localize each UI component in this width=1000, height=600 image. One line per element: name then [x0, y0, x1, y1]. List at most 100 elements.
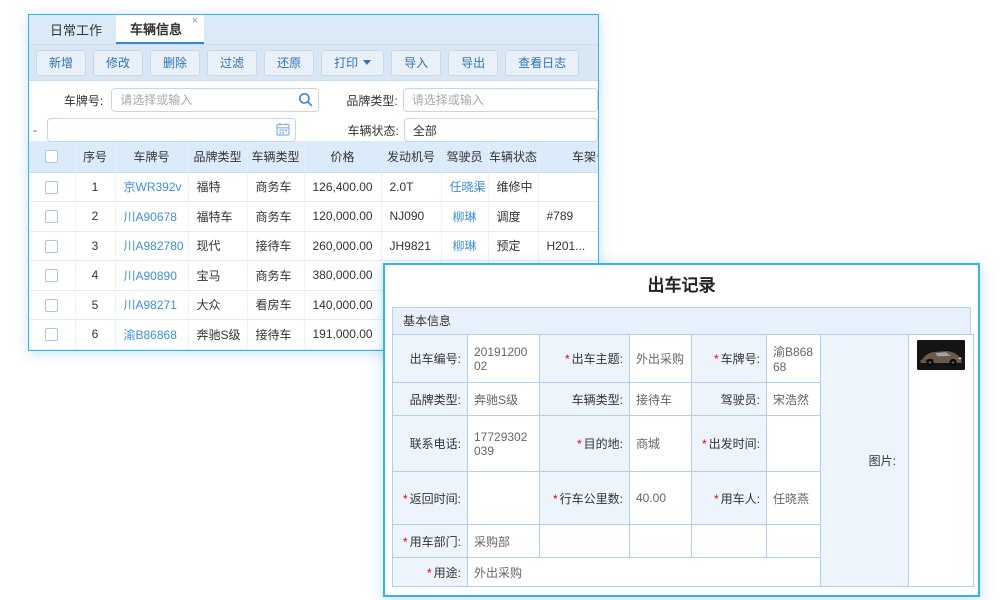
col-header-type: 车辆类型 [247, 141, 304, 172]
cell-price: 191,000.00 [304, 320, 381, 350]
row-checkbox-cell [29, 320, 75, 350]
vehicle-type-label-cell: 车辆类型: [540, 383, 630, 416]
restore-button-label: 还原 [277, 54, 301, 71]
department-value[interactable]: 采购部 [468, 525, 540, 558]
cell-price: 380,000.00 [304, 261, 381, 291]
dispatch-record-dialog: 出车记录 基本信息 出车编号: 2019120002 *出车主题: 外出采购 *… [383, 263, 980, 597]
cell-plate[interactable]: 京WR392v [115, 172, 188, 202]
cell-type: 商务车 [247, 202, 304, 232]
plate-value[interactable]: 渝B86868 [767, 335, 821, 383]
subject-label-cell: *出车主题: [540, 335, 630, 383]
add-button-label: 新增 [49, 54, 73, 71]
plate-search-label: 车牌号: [29, 92, 103, 109]
row-checkbox[interactable] [45, 240, 58, 253]
required-star: * [403, 492, 408, 506]
cell-brand: 大众 [188, 290, 247, 320]
cell-plate[interactable]: 川A98271 [115, 290, 188, 320]
restore-button[interactable]: 还原 [264, 50, 314, 76]
tab-daily-work-label: 日常工作 [50, 20, 102, 39]
cell-status: 调度 [488, 202, 538, 232]
row-checkbox[interactable] [45, 299, 58, 312]
cell-type: 商务车 [247, 261, 304, 291]
cell-plate[interactable]: 川A90890 [115, 261, 188, 291]
print-button-label: 打印 [334, 54, 358, 71]
brand-value[interactable]: 奔驰S级 [468, 383, 540, 416]
required-star: * [714, 492, 719, 506]
row-checkbox[interactable] [45, 210, 58, 223]
row-checkbox-cell [29, 172, 75, 202]
col-header-vin: 车架号 [538, 141, 599, 172]
empty-cell [630, 525, 692, 558]
empty-cell [540, 525, 630, 558]
cell-plate[interactable]: 川A982780 [115, 231, 188, 261]
subject-value[interactable]: 外出采购 [630, 335, 692, 383]
depart-time-value[interactable] [767, 416, 821, 472]
return-time-value[interactable] [468, 472, 540, 525]
cell-driver[interactable]: 柳琳 [441, 231, 488, 261]
cell-price: 126,400.00 [304, 172, 381, 202]
print-dropdown-caret-icon [363, 60, 371, 65]
record-no-label: 出车编号: [410, 352, 461, 366]
purpose-value[interactable]: 外出采购 [468, 558, 821, 587]
cell-price: 260,000.00 [304, 231, 381, 261]
destination-value[interactable]: 商城 [630, 416, 692, 472]
row-checkbox-cell [29, 261, 75, 291]
calendar-icon[interactable] [276, 122, 290, 136]
table-row: 2川A90678福特车商务车120,000.00NJ090柳琳调度#789 [29, 202, 599, 232]
vehicle-type-label: 车辆类型: [572, 393, 623, 407]
tab-vehicle-info[interactable]: 车辆信息 × [116, 15, 204, 44]
row-checkbox[interactable] [45, 328, 58, 341]
required-star: * [702, 437, 707, 451]
brand-search-input[interactable] [403, 88, 598, 112]
export-button[interactable]: 导出 [448, 50, 498, 76]
search-icon[interactable] [298, 92, 313, 107]
row-checkbox[interactable] [45, 269, 58, 282]
user-value[interactable]: 任晓燕 [767, 472, 821, 525]
mileage-value[interactable]: 40.00 [630, 472, 692, 525]
cell-plate[interactable]: 川A90678 [115, 202, 188, 232]
col-header-plate: 车牌号 [115, 141, 188, 172]
phone-label-cell: 联系电话: [393, 416, 468, 472]
delete-button-label: 删除 [163, 54, 187, 71]
cell-status: 维修中 [488, 172, 538, 202]
record-no-label-cell: 出车编号: [393, 335, 468, 383]
date-input[interactable] [47, 118, 296, 142]
plate-search-input[interactable] [111, 88, 319, 112]
mileage-label: 行车公里数: [560, 492, 623, 506]
col-header-status: 车辆状态 [488, 141, 538, 172]
vehicle-photo-thumbnail[interactable] [917, 340, 965, 370]
delete-button[interactable]: 删除 [150, 50, 200, 76]
col-header-seq: 序号 [75, 141, 115, 172]
row-checkbox[interactable] [45, 181, 58, 194]
view-log-button[interactable]: 查看日志 [505, 50, 579, 76]
filter-button-label: 过滤 [220, 54, 244, 71]
edit-button[interactable]: 修改 [93, 50, 143, 76]
required-star: * [565, 352, 570, 366]
import-button[interactable]: 导入 [391, 50, 441, 76]
driver-value[interactable]: 宋浩然 [767, 383, 821, 416]
cell-seq: 4 [75, 261, 115, 291]
filter-button[interactable]: 过滤 [207, 50, 257, 76]
cell-driver[interactable]: 任晓渠 [441, 172, 488, 202]
cell-seq: 5 [75, 290, 115, 320]
export-button-label: 导出 [461, 54, 485, 71]
driver-label-cell: 驾驶员: [692, 383, 767, 416]
cell-vin: H201... [538, 231, 599, 261]
cell-driver[interactable]: 柳琳 [441, 202, 488, 232]
add-button[interactable]: 新增 [36, 50, 86, 76]
phone-value[interactable]: 17729302039 [468, 416, 540, 472]
vehicle-type-value[interactable]: 接待车 [630, 383, 692, 416]
tab-close-icon[interactable]: × [192, 16, 198, 27]
cell-type: 看房车 [247, 290, 304, 320]
select-all-checkbox[interactable] [45, 150, 58, 163]
cell-plate[interactable]: 渝B86868 [115, 320, 188, 350]
cell-vin [538, 172, 599, 202]
row-checkbox-cell [29, 231, 75, 261]
print-button[interactable]: 打印 [321, 50, 384, 76]
record-no-value[interactable]: 2019120002 [468, 335, 540, 383]
col-header-brand: 品牌类型 [188, 141, 247, 172]
tab-daily-work[interactable]: 日常工作 [36, 15, 116, 44]
table-row: 3川A982780现代接待车260,000.00JH9821柳琳预定H201..… [29, 231, 599, 261]
cell-type: 商务车 [247, 172, 304, 202]
status-filter-select[interactable] [404, 118, 598, 142]
